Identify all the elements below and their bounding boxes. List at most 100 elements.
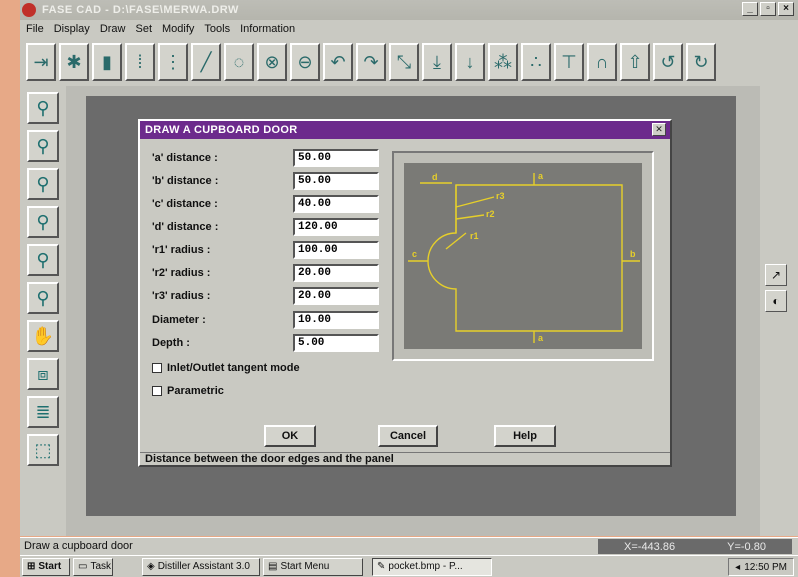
curve-arrow-icon[interactable]: ↶ (323, 43, 353, 81)
field-depth: Depth : (152, 334, 382, 352)
title-bar: FASE CAD - D:\FASE\MERWA.DRW _ ▫ × (20, 0, 798, 20)
window-title: FASE CAD - D:\FASE\MERWA.DRW (42, 4, 239, 16)
pocket-grid-icon[interactable]: ⁂ (488, 43, 518, 81)
a-distance-input[interactable] (293, 149, 379, 167)
depth-input[interactable] (293, 334, 379, 352)
field-label: 'a' distance : (152, 152, 218, 164)
zoom-in-icon[interactable]: ⚲ (27, 168, 59, 200)
zoom-window-icon[interactable]: ⚲ (27, 130, 59, 162)
menu-file[interactable]: File (26, 23, 44, 35)
line-icon[interactable]: ╱ (191, 43, 221, 81)
grid-select-icon[interactable]: ⋮ (158, 43, 188, 81)
field-label: 'r3' radius : (152, 290, 211, 302)
snap-icon[interactable]: ↗ (765, 264, 787, 286)
cylinder-icon[interactable]: ▮ (92, 43, 122, 81)
app-icon[interactable] (22, 3, 36, 17)
speaker-icon[interactable]: ◂ (735, 562, 740, 573)
shade-icon[interactable]: ◐ (765, 290, 787, 312)
field-r1-radius: 'r1' radius : (152, 241, 382, 259)
field-r2-radius: 'r2' radius : (152, 264, 382, 282)
dialog-title-bar: DRAW A CUPBOARD DOOR (140, 121, 670, 139)
menu-draw[interactable]: Draw (100, 23, 126, 35)
menu-set[interactable]: Set (135, 23, 152, 35)
taskbar-item-start-menu[interactable]: ▤ Start Menu (263, 557, 363, 576)
circle-center-icon[interactable]: ◌ (224, 43, 254, 81)
taskbar-item-pocket[interactable]: ✎ pocket.bmp - P... (372, 557, 492, 576)
label-c: c (412, 249, 417, 259)
dialog-status-text: Distance between the door edges and the … (140, 452, 670, 466)
c-distance-input[interactable] (293, 195, 379, 213)
undo-icon[interactable]: ↺ (653, 43, 683, 81)
dialog-close-button[interactable]: ✕ (652, 123, 666, 136)
label-d: d (432, 172, 438, 182)
zoom-all-icon[interactable]: ⚲ (27, 244, 59, 276)
status-message: Draw a cupboard door (24, 540, 133, 552)
system-clock: ◂ 12:50 PM (728, 558, 794, 576)
redo-icon[interactable]: ↻ (686, 43, 716, 81)
window-icon: ▭ (78, 561, 88, 572)
zoom-previous-icon[interactable]: ⚲ (27, 282, 59, 314)
checkbox-label: Parametric (167, 385, 224, 397)
upload-icon[interactable]: ⇧ (620, 43, 650, 81)
start-button[interactable]: ⊞ Start (22, 557, 70, 576)
taskbar-item-distiller[interactable]: ◈ Distiller Assistant 3.0 (142, 557, 260, 576)
cube-view-icon[interactable]: ⧈ (27, 358, 59, 390)
field-label: 'c' distance : (152, 198, 218, 210)
main-toolbar: ⇥ ✱ ▮ ⁞ ⋮ ╱ ◌ ⊗ ⊖ ↶ ↷ ⤡ ⤓ ↓ ⁂ ∴ ⊤ ∩ ⇧ ↺ … (20, 38, 798, 86)
windows-logo-icon: ⊞ (27, 561, 36, 572)
zoom-icon[interactable]: ⚲ (27, 92, 59, 124)
cancel-button[interactable]: Cancel (378, 425, 438, 447)
field-diameter: Diameter : (152, 311, 382, 329)
tool-down-icon[interactable]: ⤓ (422, 43, 452, 81)
field-label: 'r1' radius : (152, 244, 211, 256)
r3-radius-input[interactable] (293, 287, 379, 305)
grid-dots-icon[interactable]: ⁞ (125, 43, 155, 81)
r1-radius-input[interactable] (293, 241, 379, 259)
layers-icon[interactable]: ≣ (27, 396, 59, 428)
ellipse-icon[interactable]: ⊖ (290, 43, 320, 81)
zoom-out-icon[interactable]: ⚲ (27, 206, 59, 238)
checkbox-box[interactable] (152, 386, 162, 396)
circle-cross-icon[interactable]: ⊗ (257, 43, 287, 81)
drill-icon[interactable]: ↓ (455, 43, 485, 81)
d-distance-input[interactable] (293, 218, 379, 236)
field-label: 'r2' radius : (152, 267, 211, 279)
menu-bar: File Display Draw Set Modify Tools Infor… (20, 20, 798, 38)
parametric-checkbox[interactable]: Parametric (152, 383, 224, 399)
menu-display[interactable]: Display (54, 23, 90, 35)
checkbox-label: Inlet/Outlet tangent mode (167, 362, 300, 374)
minimize-button[interactable]: _ (742, 2, 758, 16)
taskbar-item-task[interactable]: ▭ Task (73, 557, 113, 576)
corner-arrows-icon[interactable]: ⤡ (389, 43, 419, 81)
label-r2: r2 (486, 209, 495, 219)
box-3d-icon[interactable]: ⬚ (27, 434, 59, 466)
help-button[interactable]: Help (494, 425, 556, 447)
bug-icon[interactable]: ✱ (59, 43, 89, 81)
diameter-input[interactable] (293, 311, 379, 329)
maximize-button[interactable]: ▫ (760, 2, 776, 16)
cupboard-door-dialog: DRAW A CUPBOARD DOOR ✕ 'a' distance : 'b… (138, 119, 672, 467)
curve-down-icon[interactable]: ↷ (356, 43, 386, 81)
arch-icon[interactable]: ∩ (587, 43, 617, 81)
preview-background (404, 163, 642, 349)
checkbox-box[interactable] (152, 363, 162, 373)
taskbar: ⊞ Start ▭ Task ◈ Distiller Assistant 3.0 ▤ S… (20, 555, 798, 577)
distiller-icon: ◈ (147, 561, 155, 572)
menu-modify[interactable]: Modify (162, 23, 194, 35)
exit-door-icon[interactable]: ⇥ (26, 43, 56, 81)
r2-radius-input[interactable] (293, 264, 379, 282)
b-distance-input[interactable] (293, 172, 379, 190)
pan-hand-icon[interactable]: ✋ (27, 320, 59, 352)
pocket-circles-icon[interactable]: ∴ (521, 43, 551, 81)
tangent-mode-checkbox[interactable]: Inlet/Outlet tangent mode (152, 360, 300, 376)
close-button[interactable]: × (778, 2, 794, 16)
folder-icon: ▤ (268, 561, 278, 572)
coordinate-display: X=-443.86 Y=-0.80 (598, 539, 792, 554)
menu-information[interactable]: Information (240, 23, 295, 35)
ok-button[interactable]: OK (264, 425, 316, 447)
field-label: Depth : (152, 337, 190, 349)
field-label: 'd' distance : (152, 221, 219, 233)
door-preview: a a b c d r3 r2 r1 (392, 151, 654, 361)
profile-icon[interactable]: ⊤ (554, 43, 584, 81)
menu-tools[interactable]: Tools (204, 23, 230, 35)
